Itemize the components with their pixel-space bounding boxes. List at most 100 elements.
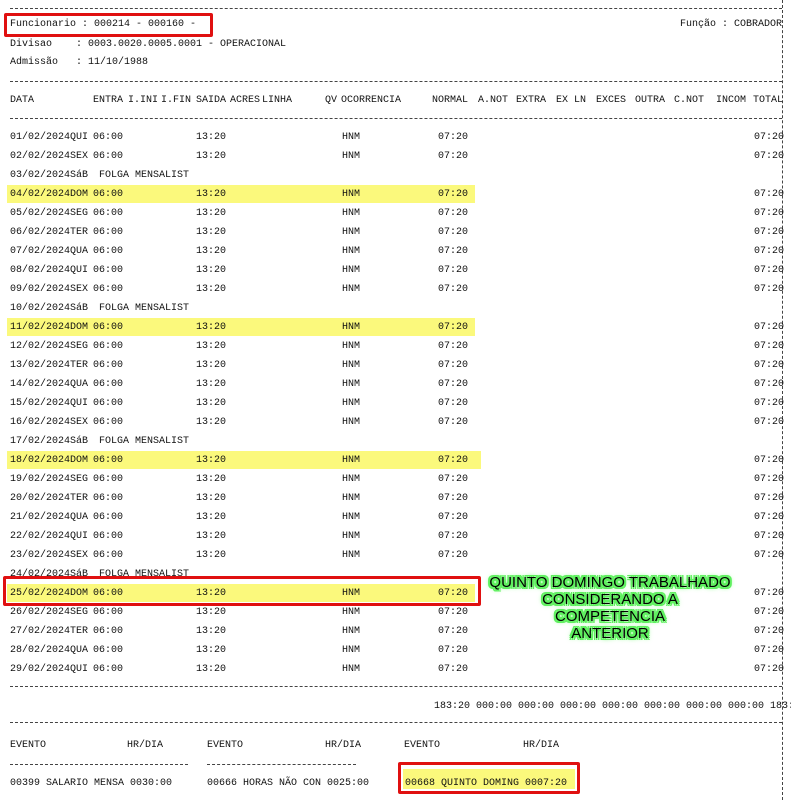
column-header: INCOM: [716, 95, 747, 106]
row-weekday: QUI: [70, 531, 89, 542]
annotation-line-2: CONSIDERANDO A COMPETENCIA: [542, 591, 678, 625]
row-ocorrencia: HNM: [342, 417, 361, 428]
row-ocorrencia: HNM: [342, 246, 361, 257]
row-entra: 06:00: [93, 474, 124, 485]
row-weekday: TER: [70, 493, 89, 504]
row-weekday: SEG: [70, 341, 89, 352]
row-note: FOLGA MENSALIST: [99, 170, 190, 181]
row-saida: 13:20: [196, 455, 227, 466]
row-weekday: SEG: [70, 208, 89, 219]
row-total: 07:20: [754, 550, 785, 561]
column-header: I.INI: [128, 95, 159, 106]
row-normal: 07:20: [438, 474, 469, 485]
row-entra: 06:00: [93, 151, 124, 162]
admissao-line: Admissão : 11/10/1988: [10, 57, 149, 68]
row-date: 03/02/2024: [10, 170, 71, 181]
events-header-label: EVENTO: [10, 740, 47, 751]
row-total: 07:20: [754, 265, 785, 276]
events-header-label: EVENTO: [404, 740, 441, 751]
row-weekday: QUA: [70, 512, 89, 523]
row-date: 14/02/2024: [10, 379, 71, 390]
row-date: 22/02/2024: [10, 531, 71, 542]
column-header: EXTRA: [516, 95, 547, 106]
row-entra: 06:00: [93, 645, 124, 656]
row-saida: 13:20: [196, 265, 227, 276]
row-saida: 13:20: [196, 379, 227, 390]
row-saida: 13:20: [196, 398, 227, 409]
row-normal: 07:20: [438, 284, 469, 295]
row-total: 07:20: [754, 588, 785, 599]
row-date: 28/02/2024: [10, 645, 71, 656]
row-note: FOLGA MENSALIST: [99, 303, 190, 314]
row-saida: 13:20: [196, 227, 227, 238]
row-normal: 07:20: [438, 379, 469, 390]
row-weekday: QUI: [70, 398, 89, 409]
row-normal: 07:20: [438, 132, 469, 143]
row-normal: 07:20: [438, 512, 469, 523]
row-entra: 06:00: [93, 531, 124, 542]
row-weekday: DOM: [70, 322, 89, 333]
row-entra: 06:00: [93, 246, 124, 257]
row-date: 29/02/2024: [10, 664, 71, 675]
row-total: 07:20: [754, 398, 785, 409]
row-date: 02/02/2024: [10, 151, 71, 162]
row-normal: 07:20: [438, 227, 469, 238]
column-header: TOTAL: [753, 95, 784, 106]
row-saida: 13:20: [196, 132, 227, 143]
row-saida: 13:20: [196, 664, 227, 675]
column-header: C.NOT: [674, 95, 705, 106]
annotation-line-1: QUINTO DOMINGO TRABALHADO: [489, 574, 731, 591]
row-weekday: QUI: [70, 664, 89, 675]
row-entra: 06:00: [93, 664, 124, 675]
row-ocorrencia: HNM: [342, 512, 361, 523]
row-total: 07:20: [754, 474, 785, 485]
row-weekday: QUI: [70, 132, 89, 143]
row-total: 07:20: [754, 607, 785, 618]
row-normal: 07:20: [438, 189, 469, 200]
row-total: 07:20: [754, 417, 785, 428]
divider-top: [10, 8, 782, 9]
row-ocorrencia: HNM: [342, 227, 361, 238]
row-total: 07:20: [754, 664, 785, 675]
row-normal: 07:20: [438, 550, 469, 561]
row-ocorrencia: HNM: [342, 626, 361, 637]
row-total: 07:20: [754, 455, 785, 466]
fifth-sunday-highlight-box: [3, 576, 481, 606]
row-ocorrencia: HNM: [342, 607, 361, 618]
row-normal: 07:20: [438, 626, 469, 637]
row-date: 21/02/2024: [10, 512, 71, 523]
row-saida: 13:20: [196, 189, 227, 200]
row-normal: 07:20: [438, 265, 469, 276]
row-normal: 07:20: [438, 322, 469, 333]
row-weekday: QUI: [70, 265, 89, 276]
row-ocorrencia: HNM: [342, 455, 361, 466]
row-saida: 13:20: [196, 531, 227, 542]
row-ocorrencia: HNM: [342, 360, 361, 371]
events-header-label: HR/DIA: [127, 740, 164, 751]
column-header: I.FIN: [161, 95, 192, 106]
column-header: NORMAL: [432, 95, 469, 106]
divider-rows-end: [10, 686, 782, 687]
row-total: 07:20: [754, 246, 785, 257]
row-normal: 07:20: [438, 455, 469, 466]
row-ocorrencia: HNM: [342, 664, 361, 675]
row-normal: 07:20: [438, 398, 469, 409]
row-entra: 06:00: [93, 322, 124, 333]
row-ocorrencia: HNM: [342, 550, 361, 561]
event-item: 00666 HORAS NÃO CON 0025:00: [207, 778, 370, 789]
row-weekday: SEX: [70, 550, 89, 561]
row-ocorrencia: HNM: [342, 132, 361, 143]
row-entra: 06:00: [93, 512, 124, 523]
row-date: 08/02/2024: [10, 265, 71, 276]
row-normal: 07:20: [438, 645, 469, 656]
row-normal: 07:20: [438, 493, 469, 504]
row-saida: 13:20: [196, 246, 227, 257]
row-date: 05/02/2024: [10, 208, 71, 219]
row-total: 07:20: [754, 360, 785, 371]
column-header: EX LN: [556, 95, 587, 106]
row-weekday: DOM: [70, 455, 89, 466]
column-header: QV: [325, 95, 338, 106]
row-saida: 13:20: [196, 341, 227, 352]
row-normal: 07:20: [438, 341, 469, 352]
row-normal: 07:20: [438, 664, 469, 675]
